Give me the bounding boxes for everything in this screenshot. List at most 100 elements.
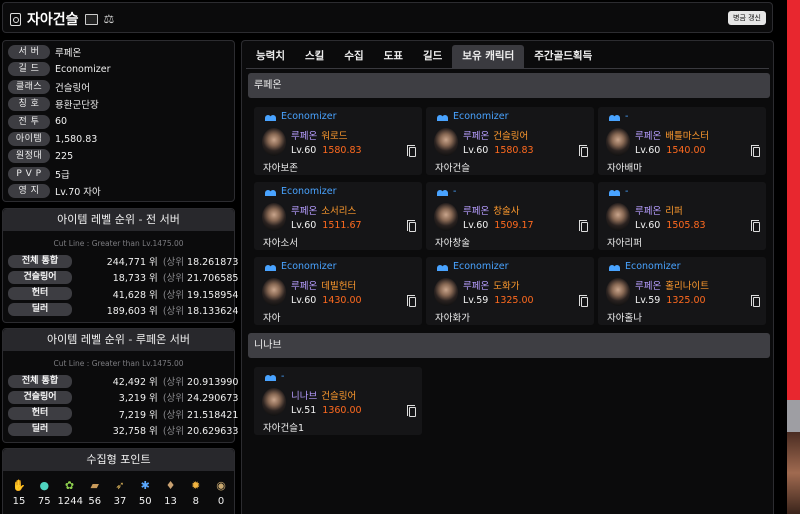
copy-icon[interactable] xyxy=(407,145,416,157)
info-label: 서 버 xyxy=(8,45,50,59)
copy-icon[interactable] xyxy=(407,220,416,232)
avatar xyxy=(262,203,286,231)
guild-icon xyxy=(265,187,277,196)
info-value: 루페온 xyxy=(55,48,82,59)
rank-value: 3,219 위 (상위 24.290673 %) xyxy=(78,390,254,404)
rank-unit: 위 xyxy=(149,377,158,388)
character-card[interactable]: - 루페온 배틀마스터 Lv.60 1540.00 자아배마 xyxy=(598,107,766,175)
guild-icon xyxy=(609,112,621,121)
rank-unit: 위 xyxy=(149,257,158,268)
tab-divider xyxy=(246,68,769,69)
main-panel: 능력치 스킬 수집 도표 길드 보유 캐릭터 주간골드획득 루페온 Economizer 루페온… xyxy=(241,40,774,514)
rank-number: 42,492 xyxy=(112,377,146,388)
character-card[interactable]: - 니나브 건슬링어 Lv.51 1360.00 자아건슬1 xyxy=(254,367,422,435)
character-card[interactable]: Economizer 루페온 홀리나이트 Lv.59 1325.00 자아홀나 xyxy=(598,257,766,325)
id-card-icon[interactable] xyxy=(84,13,98,25)
info-row: 서 버 루페온 xyxy=(8,44,81,60)
character-card[interactable]: - 루페온 리퍼 Lv.60 1505.83 자아리퍼 xyxy=(598,182,766,250)
info-row: 원정대 225 xyxy=(8,148,73,164)
art-icon: ✱ xyxy=(140,479,150,492)
rank-top-label: (상위 xyxy=(162,409,184,421)
server-class-line: 루페온 홀리나이트 xyxy=(635,278,709,292)
character-icon xyxy=(10,12,21,26)
character-name: 자아보존 xyxy=(263,163,298,174)
refresh-button[interactable]: 병금 갱신 xyxy=(728,11,766,25)
collection-item[interactable]: ✱ 50 xyxy=(133,479,157,507)
item-level: 1511.67 xyxy=(322,220,362,231)
character-card[interactable]: - 루페온 창술사 Lv.60 1509.17 자아창술 xyxy=(426,182,594,250)
copy-icon[interactable] xyxy=(579,220,588,232)
level-line: Lv.60 1580.83 xyxy=(463,145,534,156)
character-card[interactable]: Economizer 루페온 도화가 Lv.59 1325.00 자아화가 xyxy=(426,257,594,325)
level-line: Lv.60 1540.00 xyxy=(635,145,706,156)
tab-0[interactable]: 능력치 xyxy=(246,45,295,68)
character-name: 자아건슬 xyxy=(435,163,470,174)
info-label: 클래스 xyxy=(8,79,50,94)
guild-line: Economizer xyxy=(437,111,509,122)
copy-icon[interactable] xyxy=(407,405,416,417)
orpheus-icon: ◉ xyxy=(216,479,226,492)
guild-line: Economizer xyxy=(265,111,337,122)
character-class: 소서리스 xyxy=(321,206,357,217)
collection-item[interactable]: ✋ 15 xyxy=(7,479,31,507)
copy-icon[interactable] xyxy=(751,220,760,232)
scale-icon[interactable]: ⚖ xyxy=(104,13,115,25)
copy-icon[interactable] xyxy=(579,145,588,157)
tab-2[interactable]: 수집 xyxy=(334,45,373,68)
rank-unit: 위 xyxy=(149,289,158,301)
character-card[interactable]: Economizer 루페온 건슬링어 Lv.60 1580.83 자아건슬 xyxy=(426,107,594,175)
collection-item[interactable]: ✹ 8 xyxy=(184,479,208,507)
rank-top-label: (상위 xyxy=(162,425,184,437)
collection-item[interactable]: ● 75 xyxy=(32,479,56,507)
rank-label: 헌터 xyxy=(8,287,72,301)
rank-number: 7,219 xyxy=(118,409,146,421)
copy-icon[interactable] xyxy=(751,295,760,307)
rank-row: 건슬링어 3,219 위 (상위 24.290673 %) xyxy=(8,390,254,404)
info-label: 전 투 xyxy=(8,114,50,129)
tab-1[interactable]: 스킬 xyxy=(295,45,334,68)
guild-line: - xyxy=(609,111,628,122)
info-value: 건슬링어 xyxy=(55,82,90,94)
info-row: 전 투 60 xyxy=(8,114,67,130)
guild-icon xyxy=(265,262,277,271)
rank-number: 32,758 xyxy=(112,425,146,437)
info-label: 원정대 xyxy=(8,149,50,164)
item-level: 1325.00 xyxy=(494,295,534,306)
rank-unit: 위 xyxy=(149,305,158,317)
collection-item[interactable]: ▰ 56 xyxy=(83,479,107,507)
guild-name: Economizer xyxy=(453,261,509,272)
rank-label: 건슬링어 xyxy=(8,270,72,284)
character-card[interactable]: Economizer 루페온 워로드 Lv.60 1580.83 자아보존 xyxy=(254,107,422,175)
rank-server-cutline: Cut Line : Greater than Lv.1475.00 xyxy=(53,359,184,368)
guild-name: Economizer xyxy=(281,111,337,122)
rank-row: 건슬링어 18,733 위 (상위 21.706585 %) xyxy=(8,270,254,284)
copy-icon[interactable] xyxy=(751,145,760,157)
collection-item[interactable]: ♦ 13 xyxy=(159,479,183,507)
character-level: Lv.60 xyxy=(463,145,489,156)
level-line: Lv.60 1430.00 xyxy=(291,295,362,306)
character-name: 자아배마 xyxy=(607,163,642,174)
character-card[interactable]: Economizer 루페온 데빌헌터 Lv.60 1430.00 자아 xyxy=(254,257,422,325)
page-title: 자아건슬 xyxy=(27,12,79,28)
tab-6[interactable]: 주간골드획득 xyxy=(524,45,602,68)
collection-item[interactable]: ✿ 1244 xyxy=(58,479,83,507)
copy-icon[interactable] xyxy=(407,295,416,307)
character-level: Lv.59 xyxy=(463,295,489,306)
collection-title: 수집형 포인트 xyxy=(3,449,234,471)
tab-5[interactable]: 보유 캐릭터 xyxy=(452,45,525,68)
collection-item[interactable]: ◉ 0 xyxy=(209,479,233,507)
mokoko-icon: ✿ xyxy=(64,479,75,492)
character-class: 홀리나이트 xyxy=(665,281,709,292)
collection-item[interactable]: ➶ 37 xyxy=(108,479,132,507)
character-class: 창술사 xyxy=(493,206,520,217)
character-level: Lv.60 xyxy=(291,220,317,231)
avatar xyxy=(434,128,458,156)
tab-4[interactable]: 길드 xyxy=(413,45,452,68)
title-wrap: 자아건슬 ⚖ xyxy=(10,9,114,29)
character-server: 루페온 xyxy=(463,281,490,292)
character-card[interactable]: Economizer 루페온 소서리스 Lv.60 1511.67 자아소서 xyxy=(254,182,422,250)
tab-3[interactable]: 도표 xyxy=(374,45,413,68)
collection-value: 37 xyxy=(113,496,127,507)
character-class: 건슬링어 xyxy=(321,391,357,402)
copy-icon[interactable] xyxy=(579,295,588,307)
